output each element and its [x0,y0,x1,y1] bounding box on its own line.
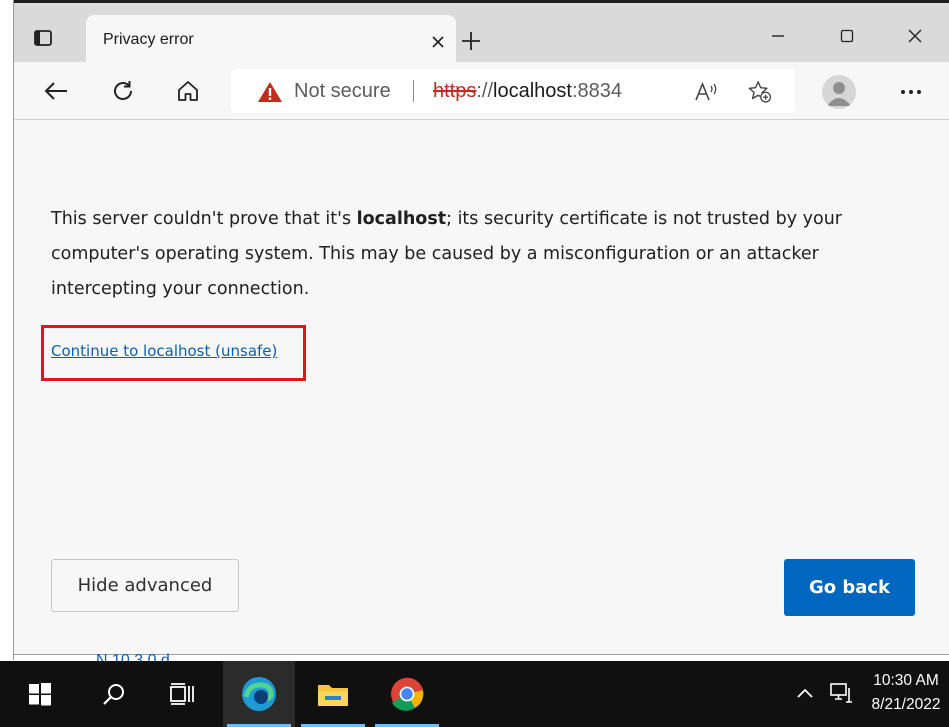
home-icon[interactable] [171,74,205,108]
add-favorite-icon[interactable] [747,79,773,105]
privacy-error-page: This server couldn't prove that it's loc… [14,120,949,654]
error-message: This server couldn't prove that it's loc… [51,202,911,307]
show-hidden-icons-icon[interactable] [793,681,817,705]
url-separator: :// [476,80,494,102]
browser-window: Privacy error Not secure https://localho… [14,0,949,655]
tab-privacy-error[interactable]: Privacy error [86,15,456,69]
more-options-icon[interactable] [894,75,928,109]
network-icon[interactable] [829,681,853,705]
tab-actions-icon[interactable] [30,25,56,51]
file-explorer-icon[interactable] [297,661,369,727]
url-host: localhost [493,80,572,102]
system-clock[interactable]: 10:30 AM 8/21/2022 [864,669,948,717]
warning-triangle-icon[interactable] [257,81,283,108]
continue-unsafe-link[interactable]: Continue to localhost (unsafe) [51,342,277,360]
navigation-toolbar: Not secure https://localhost:8834 [14,62,949,120]
go-back-button[interactable]: Go back [784,559,915,616]
minimize-icon[interactable] [758,21,798,51]
new-tab-icon[interactable] [458,28,484,54]
profile-avatar[interactable] [822,75,856,109]
taskbar: 10:30 AM 8/21/2022 [0,661,949,727]
address-divider [413,80,414,102]
task-view-icon[interactable] [146,661,218,727]
url-port: :8834 [571,80,623,102]
clock-time: 10:30 AM [873,672,939,689]
refresh-icon[interactable] [106,74,140,108]
message-part-1: This server couldn't prove that it's [51,209,357,229]
tab-title: Privacy error [103,31,194,48]
not-secure-label[interactable]: Not secure [294,80,391,103]
clock-date: 8/21/2022 [871,696,941,713]
read-aloud-icon[interactable] [694,79,720,105]
back-arrow-icon[interactable] [39,74,73,108]
close-window-icon[interactable] [895,21,935,51]
close-tab-icon[interactable] [426,30,450,54]
message-host: localhost [356,209,447,229]
tab-bar: Privacy error [14,0,949,69]
start-icon[interactable] [4,661,76,727]
window-edge [0,0,14,660]
url-text[interactable]: https://localhost:8834 [433,80,622,103]
maximize-icon[interactable] [827,21,867,51]
search-icon[interactable] [78,661,150,727]
address-bar[interactable]: Not secure https://localhost:8834 [231,69,795,113]
chrome-icon[interactable] [371,661,443,727]
edge-icon[interactable] [223,661,295,727]
hide-advanced-button[interactable]: Hide advanced [51,559,239,612]
url-scheme: https [433,80,477,102]
